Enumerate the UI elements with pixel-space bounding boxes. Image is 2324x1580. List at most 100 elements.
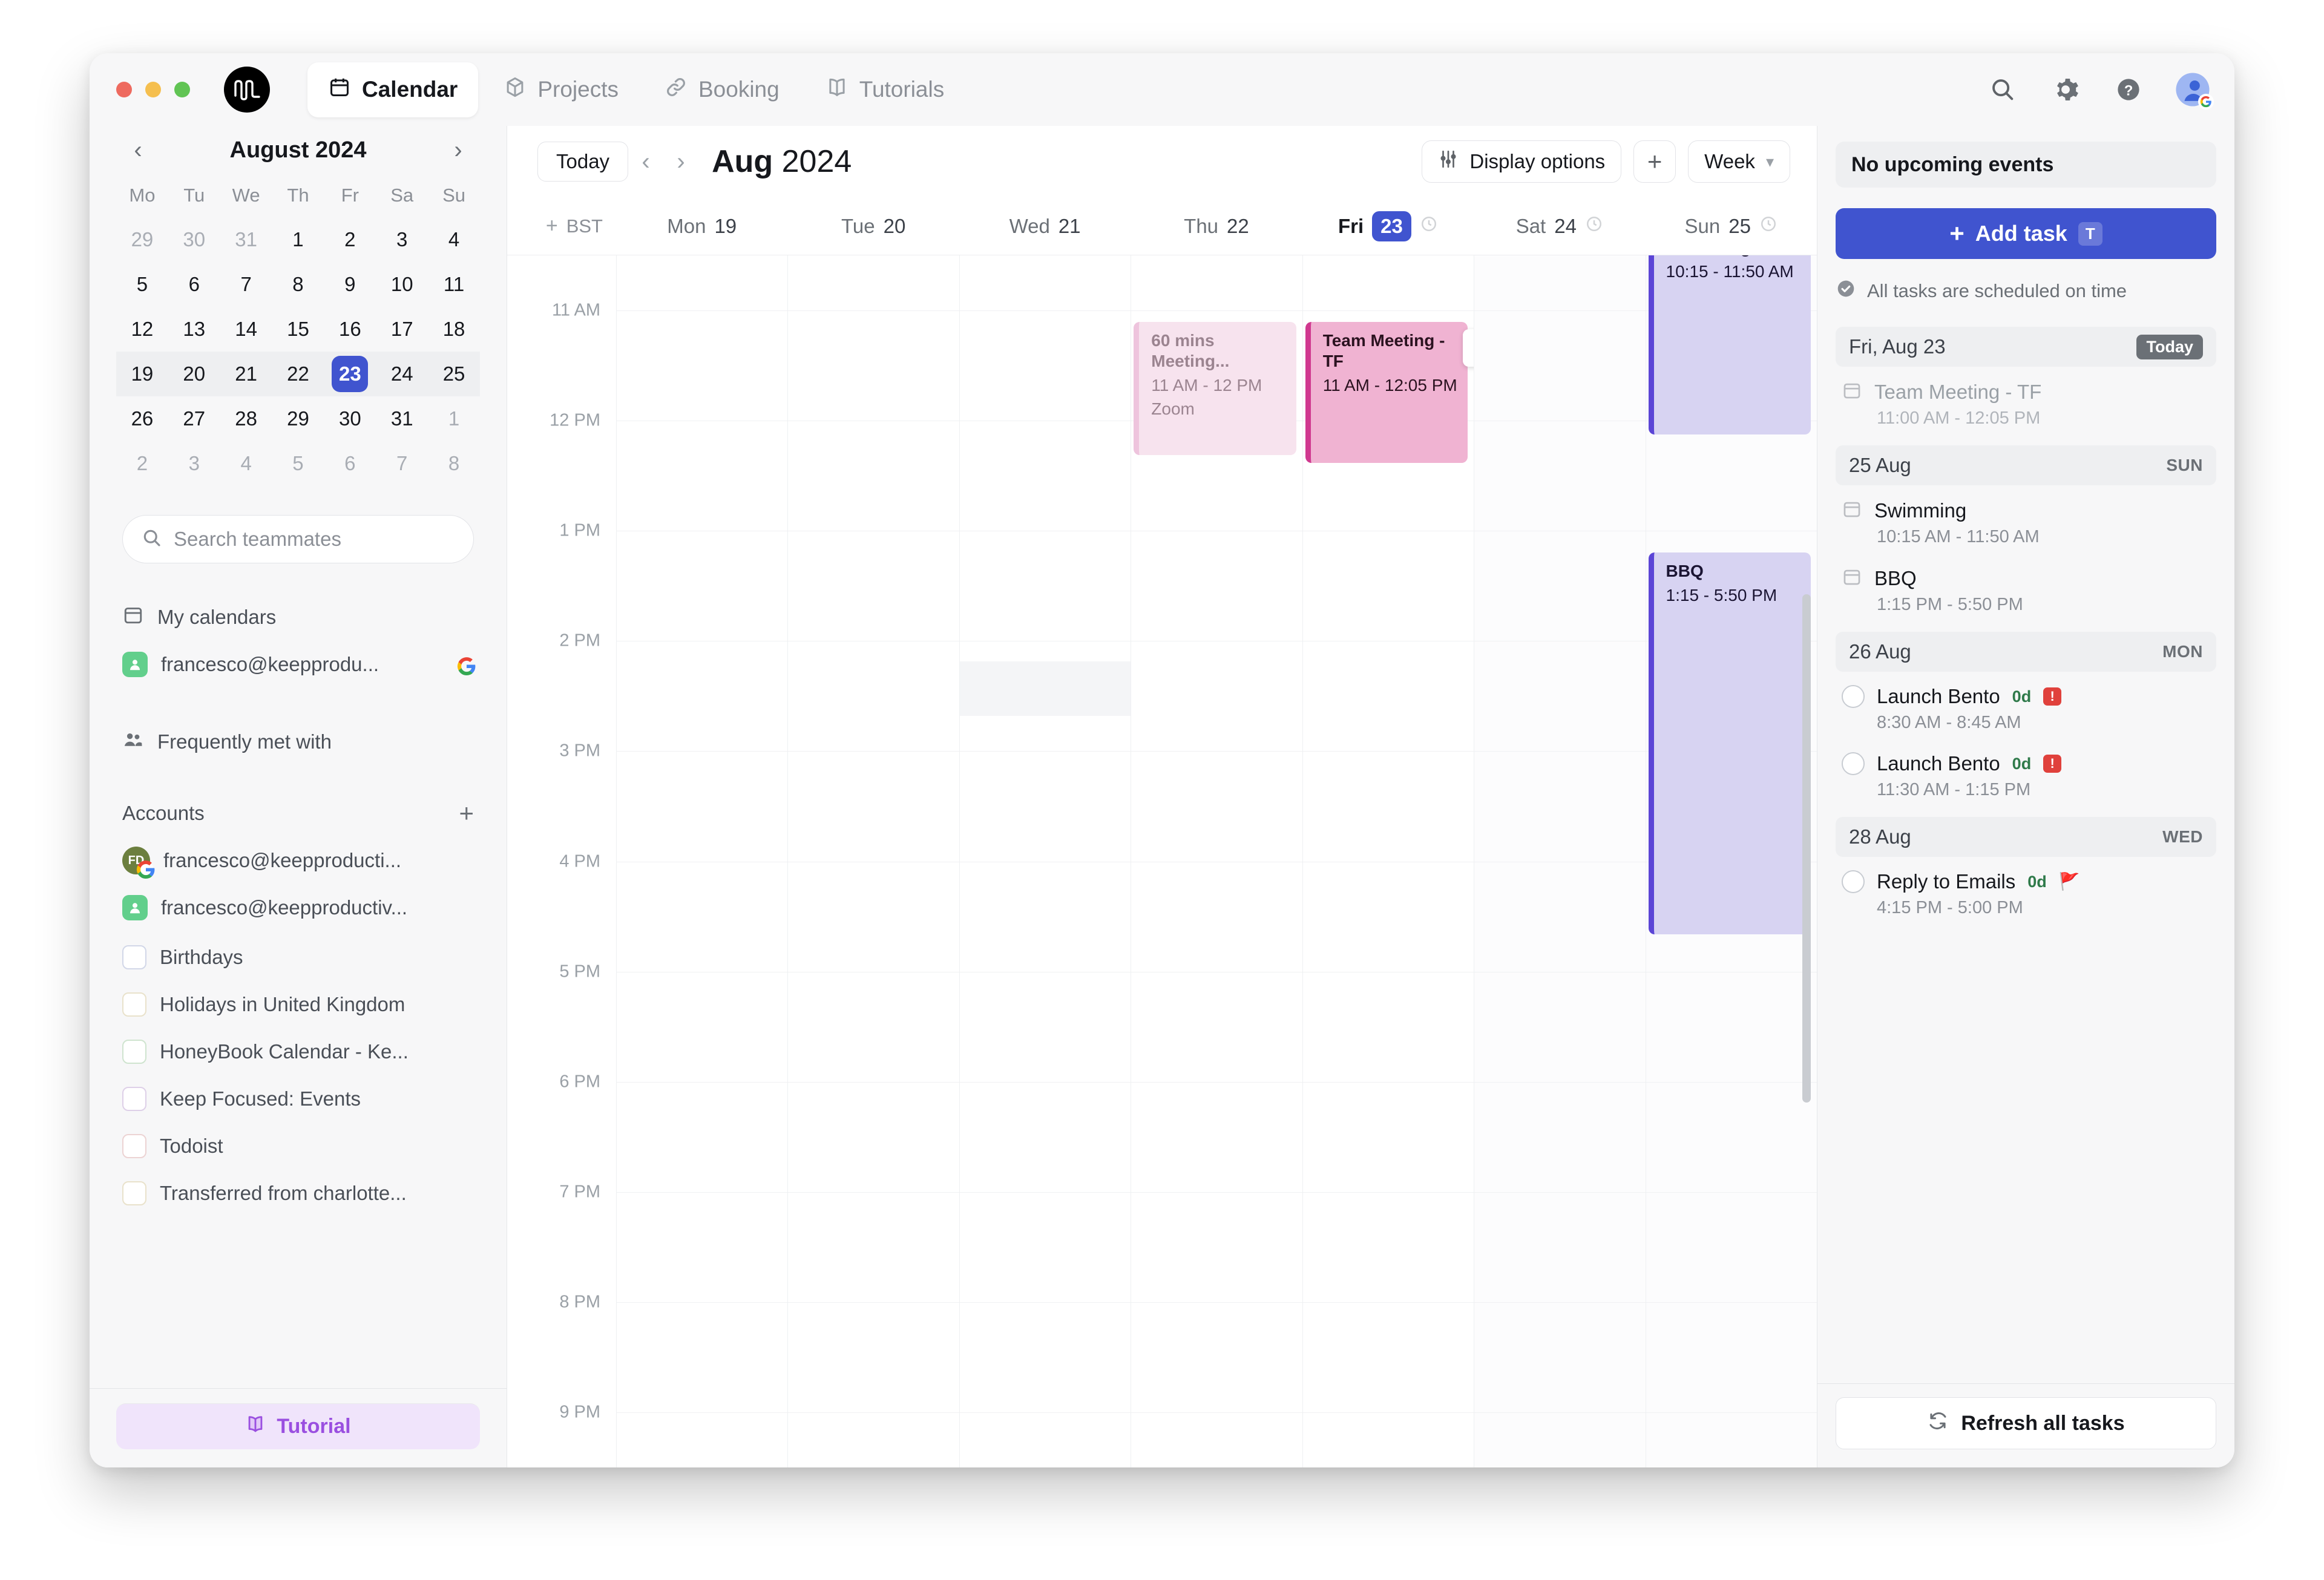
mini-calendar-day[interactable]: 30 xyxy=(324,396,376,441)
calendar-checkbox[interactable] xyxy=(122,1181,146,1205)
calendar-event[interactable]: Team Meeting - TF11 AM - 12:05 PM xyxy=(1305,322,1468,462)
mini-calendar-day[interactable]: 8 xyxy=(428,441,480,486)
help-icon[interactable]: ? xyxy=(2112,73,2145,106)
day-header[interactable]: Sat24 xyxy=(1474,211,1645,241)
mini-calendar-day[interactable]: 4 xyxy=(428,217,480,262)
calendar-checkbox[interactable] xyxy=(122,1040,146,1064)
mini-calendar-day[interactable]: 2 xyxy=(324,217,376,262)
mini-calendar-day[interactable]: 1 xyxy=(428,396,480,441)
add-event-button[interactable]: + xyxy=(1633,140,1676,183)
tutorial-button[interactable]: Tutorial xyxy=(116,1403,480,1449)
mini-calendar-day[interactable]: 19 xyxy=(116,352,168,396)
mini-prev-month-button[interactable]: ‹ xyxy=(125,137,151,164)
tab-booking[interactable]: Booking xyxy=(644,62,800,117)
gear-icon[interactable] xyxy=(2049,73,2082,106)
task-complete-checkbox[interactable] xyxy=(1842,752,1865,775)
task-complete-checkbox[interactable] xyxy=(1842,685,1865,708)
mini-calendar-day[interactable]: 16 xyxy=(324,307,376,352)
my-calendars-header[interactable]: My calendars xyxy=(122,594,474,641)
mini-calendar-day[interactable]: 17 xyxy=(376,307,428,352)
day-header[interactable]: Tue20 xyxy=(787,211,959,241)
display-options-button[interactable]: Display options xyxy=(1422,140,1621,183)
refresh-all-tasks-button[interactable]: Refresh all tasks xyxy=(1836,1397,2216,1449)
add-timezone-button[interactable]: + xyxy=(546,214,558,238)
day-header[interactable]: Mon19 xyxy=(616,211,787,241)
next-week-button[interactable]: › xyxy=(663,144,698,179)
task-item[interactable]: Launch Bento0d!11:30 AM - 1:15 PM xyxy=(1836,739,2216,806)
calendar-event[interactable]: Swimming10:15 - 11:50 AM xyxy=(1649,255,1811,434)
day-column[interactable] xyxy=(959,255,1131,1467)
day-header[interactable]: Wed21 xyxy=(959,211,1131,241)
mini-calendar-day[interactable]: 20 xyxy=(168,352,220,396)
mini-calendar-day[interactable]: 15 xyxy=(272,307,324,352)
mini-calendar-day[interactable]: 1 xyxy=(272,217,324,262)
calendar-scrollbar[interactable] xyxy=(1802,594,1811,1103)
mini-calendar-day[interactable]: 29 xyxy=(272,396,324,441)
mini-calendar-day[interactable]: 5 xyxy=(272,441,324,486)
mini-calendar-day[interactable]: 4 xyxy=(220,441,272,486)
zoom-button[interactable] xyxy=(174,82,190,97)
mini-calendar-day[interactable]: 7 xyxy=(376,441,428,486)
minimize-button[interactable] xyxy=(145,82,161,97)
account-row[interactable]: FD francesco@keepproducti... xyxy=(122,837,474,884)
my-calendar-account-row[interactable]: francesco@keepprodu... xyxy=(122,641,474,688)
mini-calendar-day[interactable]: 26 xyxy=(116,396,168,441)
task-item[interactable]: Reply to Emails0d🚩4:15 PM - 5:00 PM xyxy=(1836,857,2216,924)
mini-calendar-day[interactable]: 11 xyxy=(428,262,480,307)
task-complete-checkbox[interactable] xyxy=(1842,870,1865,893)
calendar-toggle-row[interactable]: Holidays in United Kingdom xyxy=(122,981,474,1028)
mini-calendar-day[interactable]: 5 xyxy=(116,262,168,307)
mini-calendar-day[interactable]: 29 xyxy=(116,217,168,262)
calendar-checkbox[interactable] xyxy=(122,1087,146,1111)
day-header[interactable]: Fri23 xyxy=(1302,211,1474,241)
calendar-event[interactable]: 60 mins Meeting...11 AM - 12 PMZoom xyxy=(1134,322,1296,455)
calendar-checkbox[interactable] xyxy=(122,992,146,1017)
day-column[interactable]: Team Meeting - TF11 AM - 12:05 PM xyxy=(1302,255,1474,1467)
day-column[interactable]: Swimming10:15 - 11:50 AM BBQ1:15 - 5:50 P… xyxy=(1646,255,1817,1467)
add-account-button[interactable]: + xyxy=(459,801,474,826)
mini-calendar-day[interactable]: 7 xyxy=(220,262,272,307)
calendar-checkbox[interactable] xyxy=(122,945,146,969)
day-column[interactable] xyxy=(1474,255,1645,1467)
tab-tutorials[interactable]: Tutorials xyxy=(805,62,965,117)
add-task-button[interactable]: + Add task T xyxy=(1836,208,2216,259)
calendar-toggle-row[interactable]: Birthdays xyxy=(122,934,474,981)
mini-calendar-day[interactable]: 13 xyxy=(168,307,220,352)
calendar-toggle-row[interactable]: Todoist xyxy=(122,1123,474,1170)
account-row[interactable]: francesco@keepproductiv... xyxy=(122,884,474,931)
mini-calendar-day[interactable]: 14 xyxy=(220,307,272,352)
mini-calendar-day[interactable]: 31 xyxy=(376,396,428,441)
mini-calendar-day[interactable]: 8 xyxy=(272,262,324,307)
mini-calendar-day[interactable]: 3 xyxy=(168,441,220,486)
search-teammates-input[interactable]: Search teammates xyxy=(122,515,474,563)
calendar-toggle-row[interactable]: HoneyBook Calendar - Ke... xyxy=(122,1028,474,1075)
event-item[interactable]: Swimming10:15 AM - 11:50 AM xyxy=(1836,485,2216,553)
mini-calendar-day[interactable]: 31 xyxy=(220,217,272,262)
mini-calendar-day[interactable]: 10 xyxy=(376,262,428,307)
tab-calendar[interactable]: Calendar xyxy=(307,62,478,117)
day-column[interactable] xyxy=(787,255,959,1467)
mini-calendar-day[interactable]: 24 xyxy=(376,352,428,396)
event-item[interactable]: Team Meeting - TF11:00 AM - 12:05 PM xyxy=(1836,367,2216,434)
today-button[interactable]: Today xyxy=(537,142,628,182)
avatar[interactable] xyxy=(2175,72,2210,107)
mini-calendar-day[interactable]: 6 xyxy=(168,262,220,307)
mini-calendar-day[interactable]: 23 xyxy=(324,352,376,396)
mini-calendar-day[interactable]: 21 xyxy=(220,352,272,396)
task-item[interactable]: Launch Bento0d!8:30 AM - 8:45 AM xyxy=(1836,672,2216,739)
calendar-event[interactable]: BBQ1:15 - 5:50 PM xyxy=(1649,552,1811,934)
frequently-met-header[interactable]: Frequently met with xyxy=(122,718,474,765)
day-header[interactable]: Thu22 xyxy=(1131,211,1302,241)
task-list[interactable]: Fri, Aug 23Today Team Meeting - TF11:00 … xyxy=(1817,304,2234,1375)
tab-projects[interactable]: Projects xyxy=(483,62,639,117)
event-item[interactable]: BBQ1:15 PM - 5:50 PM xyxy=(1836,553,2216,621)
mini-next-month-button[interactable]: › xyxy=(445,137,471,164)
calendar-grid[interactable]: 11 AM12 PM1 PM2 PM3 PM4 PM5 PM6 PM7 PM8 … xyxy=(507,255,1817,1467)
mini-calendar-day[interactable]: 27 xyxy=(168,396,220,441)
mini-calendar-day[interactable]: 12 xyxy=(116,307,168,352)
calendar-checkbox[interactable] xyxy=(122,1134,146,1158)
mini-calendar-day[interactable]: 22 xyxy=(272,352,324,396)
calendar-toggle-row[interactable]: Keep Focused: Events xyxy=(122,1075,474,1123)
view-selector[interactable]: Week ▾ xyxy=(1688,140,1790,183)
calendar-toggle-row[interactable]: Transferred from charlotte... xyxy=(122,1170,474,1217)
